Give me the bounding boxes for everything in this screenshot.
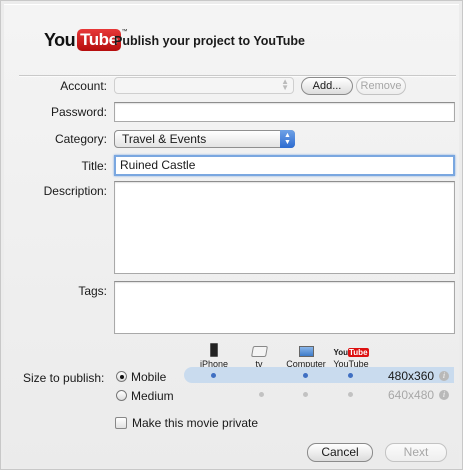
category-label: Category: [54,132,107,146]
title-label: Title: [81,159,107,173]
popup-arrows-icon: ▲ ▼ [280,130,295,148]
youtube-icon: YouTube [333,348,369,357]
next-button[interactable]: Next [385,443,447,462]
password-label: Password: [50,105,107,119]
mobile-iphone-dot [211,373,216,378]
apple-tv-icon [250,346,268,357]
medium-computer-dot [303,392,308,397]
account-label: Account: [60,79,107,93]
info-icon[interactable]: i [439,371,449,381]
title-field[interactable]: Ruined Castle [114,155,455,176]
mobile-computer-dot [303,373,308,378]
remove-account-button[interactable]: Remove [356,77,406,95]
dialog-pane: You Tube ™ Publish your project to YouTu… [4,4,459,468]
mobile-youtube-dot [348,373,353,378]
size-label: Size to publish: [23,371,105,385]
password-field[interactable] [114,102,455,122]
medium-radio[interactable] [116,390,127,401]
private-checkbox[interactable] [115,417,127,429]
category-popup[interactable]: Travel & Events ▲ ▼ [114,130,295,148]
tags-label: Tags: [78,284,107,298]
computer-icon [298,346,314,357]
mobile-label: Mobile [131,370,167,384]
cancel-button[interactable]: Cancel [307,443,373,462]
category-value: Travel & Events [122,132,207,146]
device-computer: Computer [284,343,328,369]
description-field[interactable] [114,181,455,274]
publish-dialog: You Tube ™ Publish your project to YouTu… [0,0,463,470]
private-label: Make this movie private [132,416,259,430]
mobile-radio[interactable] [116,371,127,382]
mobile-resolution: 480x360 [388,369,435,383]
account-popup[interactable]: ▲ ▼ [114,77,294,94]
medium-appletv-dot [259,392,264,397]
dialog-title: Publish your project to YouTube [114,34,305,48]
iphone-icon [210,343,218,357]
popup-arrows-icon: ▲ ▼ [281,77,289,92]
description-label: Description: [43,184,107,198]
device-youtube: YouTube YouTube [333,348,369,369]
add-account-button[interactable]: Add... [301,77,353,95]
medium-youtube-dot [348,392,353,397]
device-apple-tv: tv [247,343,271,369]
device-iphone: iPhone [200,343,228,369]
medium-resolution: 640x480 [388,388,435,402]
info-icon[interactable]: i [439,390,449,400]
medium-label: Medium [131,389,174,403]
tags-field[interactable] [114,281,455,334]
